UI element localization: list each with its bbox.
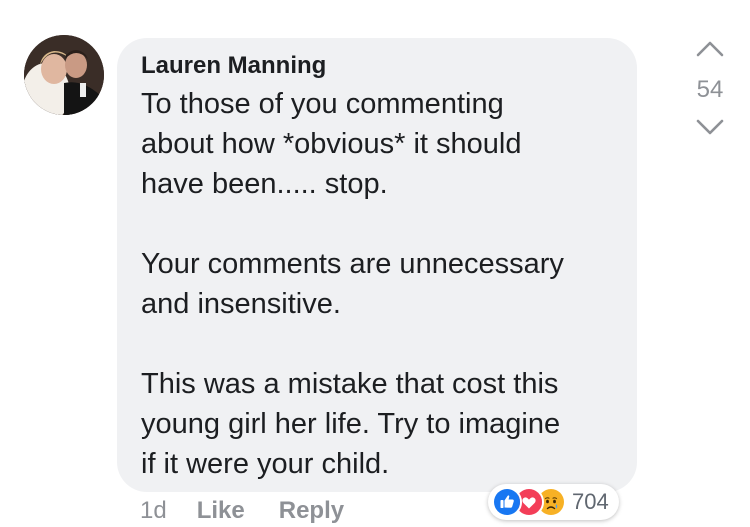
avatar[interactable] — [24, 35, 104, 115]
comment-text-line — [141, 204, 613, 244]
comment-timestamp[interactable]: 1d — [140, 497, 167, 525]
vote-control: 54 — [680, 38, 740, 148]
chevron-up-icon[interactable] — [696, 38, 724, 58]
vote-count: 54 — [696, 76, 724, 103]
comment-text-line: young girl her life. Try to imagine — [141, 408, 561, 440]
reactions-summary[interactable]: 704 — [488, 484, 619, 520]
avatar-photo — [24, 35, 104, 115]
comment-text-line — [141, 324, 613, 364]
like-reaction-icon — [492, 487, 522, 517]
reply-button[interactable]: Reply — [279, 497, 344, 525]
comment-text-line: To those of you commenting — [141, 88, 504, 120]
comment-text-line: if it were your child. — [141, 448, 390, 480]
comment-text-line: This was a mistake that cost this — [141, 368, 559, 400]
comment-bubble: Lauren Manning To those of you commentin… — [117, 38, 637, 492]
comment-author[interactable]: Lauren Manning — [141, 50, 613, 82]
like-button[interactable]: Like — [197, 497, 245, 525]
comment-text-line: and insensitive. — [141, 288, 341, 320]
comment-actions: 1d Like Reply — [140, 494, 378, 527]
reactions-count: 704 — [572, 489, 609, 514]
comment-text-line: Your comments are unnecessary — [141, 248, 564, 280]
chevron-down-icon[interactable] — [696, 118, 724, 138]
comment-text-line: about how *obvious* it should — [141, 128, 522, 160]
comment-thread: Lauren Manning To those of you commentin… — [0, 0, 750, 527]
comment-text-line: have been..... stop. — [141, 168, 388, 200]
